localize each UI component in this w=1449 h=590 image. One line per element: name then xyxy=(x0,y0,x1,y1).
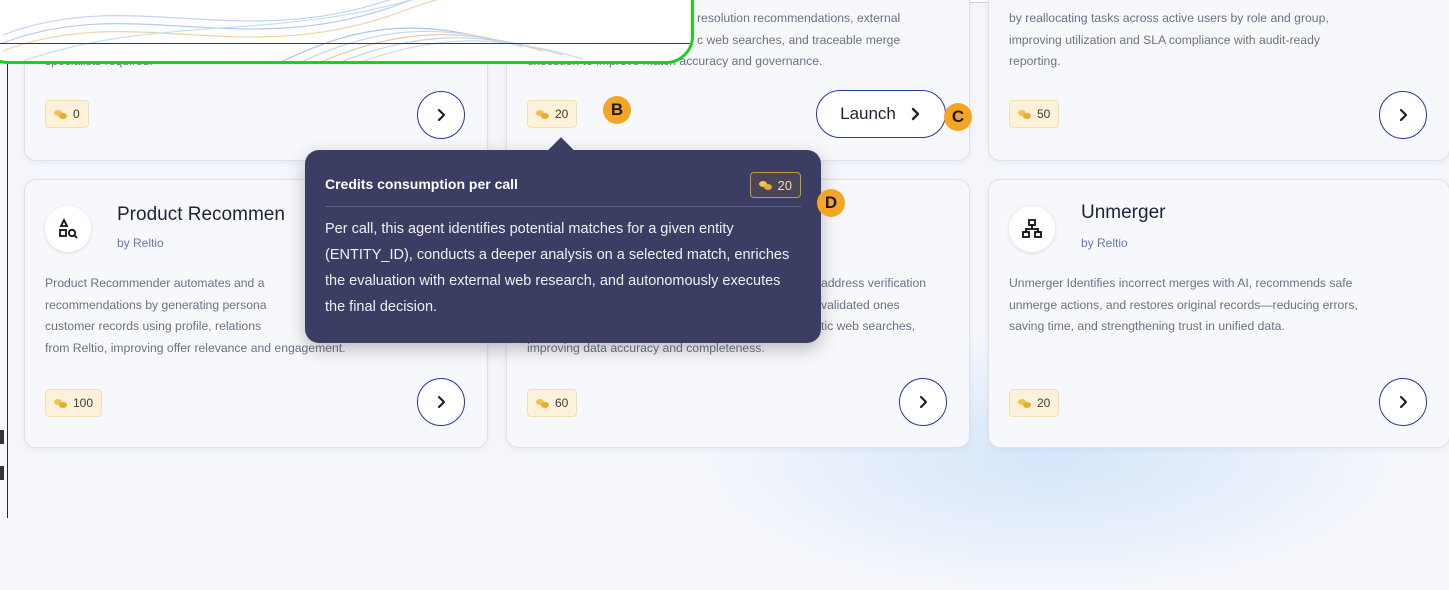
open-agent-button[interactable] xyxy=(417,378,465,426)
tooltip-credit-chip: 20 xyxy=(749,172,801,198)
credits-tooltip: Credits consumption per call 20 Per call… xyxy=(305,150,821,343)
credit-chip: 20 xyxy=(1009,389,1060,417)
credit-chip: 0 xyxy=(45,100,89,128)
annotation-badge-b: B xyxy=(603,96,631,124)
credit-value: 50 xyxy=(1037,107,1051,121)
open-agent-button[interactable] xyxy=(1379,378,1427,426)
tooltip-title: Credits consumption per call xyxy=(325,176,518,192)
credit-value: 60 xyxy=(555,396,569,410)
coins-icon xyxy=(1018,109,1031,119)
card-description: address verification validated ones tic … xyxy=(821,276,926,333)
tooltip-credit-value: 20 xyxy=(777,177,792,193)
credit-value: 100 xyxy=(73,396,94,410)
coins-icon xyxy=(54,109,67,119)
chevron-right-icon xyxy=(437,108,446,122)
credit-value: 20 xyxy=(555,107,569,121)
agent-card-3[interactable]: by reallocating tasks across active user… xyxy=(988,0,1449,161)
chevron-right-icon xyxy=(911,107,920,121)
hierarchy-icon xyxy=(1009,206,1055,252)
credit-chip: 50 xyxy=(1009,100,1060,128)
page-left-border xyxy=(7,0,8,518)
card-description: resolution recommendations, external c w… xyxy=(697,11,901,47)
open-agent-button[interactable] xyxy=(899,378,947,426)
coins-icon xyxy=(536,109,549,119)
product-search-icon xyxy=(45,206,91,252)
credit-chip: 100 xyxy=(45,389,103,417)
tooltip-body: Per call, this agent identifies potentia… xyxy=(325,221,790,315)
agent-title: Unmerger xyxy=(1081,202,1166,223)
credit-value: 0 xyxy=(73,107,80,121)
chevron-right-icon xyxy=(1399,108,1408,122)
tooltip-divider xyxy=(325,206,801,207)
credit-chip: 60 xyxy=(527,389,578,417)
card-description: Unmerger Identifies incorrect merges wit… xyxy=(1009,276,1358,333)
chevron-right-icon xyxy=(1399,395,1408,409)
launch-button[interactable]: Launch xyxy=(816,90,946,138)
card-description: by reallocating tasks across active user… xyxy=(1009,11,1329,68)
open-agent-button[interactable] xyxy=(1379,91,1427,139)
chevron-right-icon xyxy=(437,395,446,409)
launch-label: Launch xyxy=(840,104,896,123)
agent-title: Product Recommen xyxy=(117,204,285,225)
agent-card-unmerger[interactable]: Unmerger by Reltio Unmerger Identifies i… xyxy=(988,179,1449,448)
coins-icon xyxy=(54,398,67,408)
open-agent-button[interactable] xyxy=(417,91,465,139)
agent-author: by Reltio xyxy=(1081,236,1128,250)
side-marks xyxy=(0,430,4,502)
highlight-overlay xyxy=(0,0,694,64)
agent-author: by Reltio xyxy=(117,236,164,250)
credit-value: 20 xyxy=(1037,396,1051,410)
coins-icon xyxy=(536,398,549,408)
credit-chip[interactable]: 20 xyxy=(527,100,578,128)
wave-pattern-decoration xyxy=(0,0,691,61)
coins-icon xyxy=(758,180,772,190)
annotation-badge-d: D xyxy=(817,189,845,217)
annotation-badge-c: C xyxy=(944,103,972,131)
chevron-right-icon xyxy=(919,395,928,409)
coins-icon xyxy=(1018,398,1031,408)
